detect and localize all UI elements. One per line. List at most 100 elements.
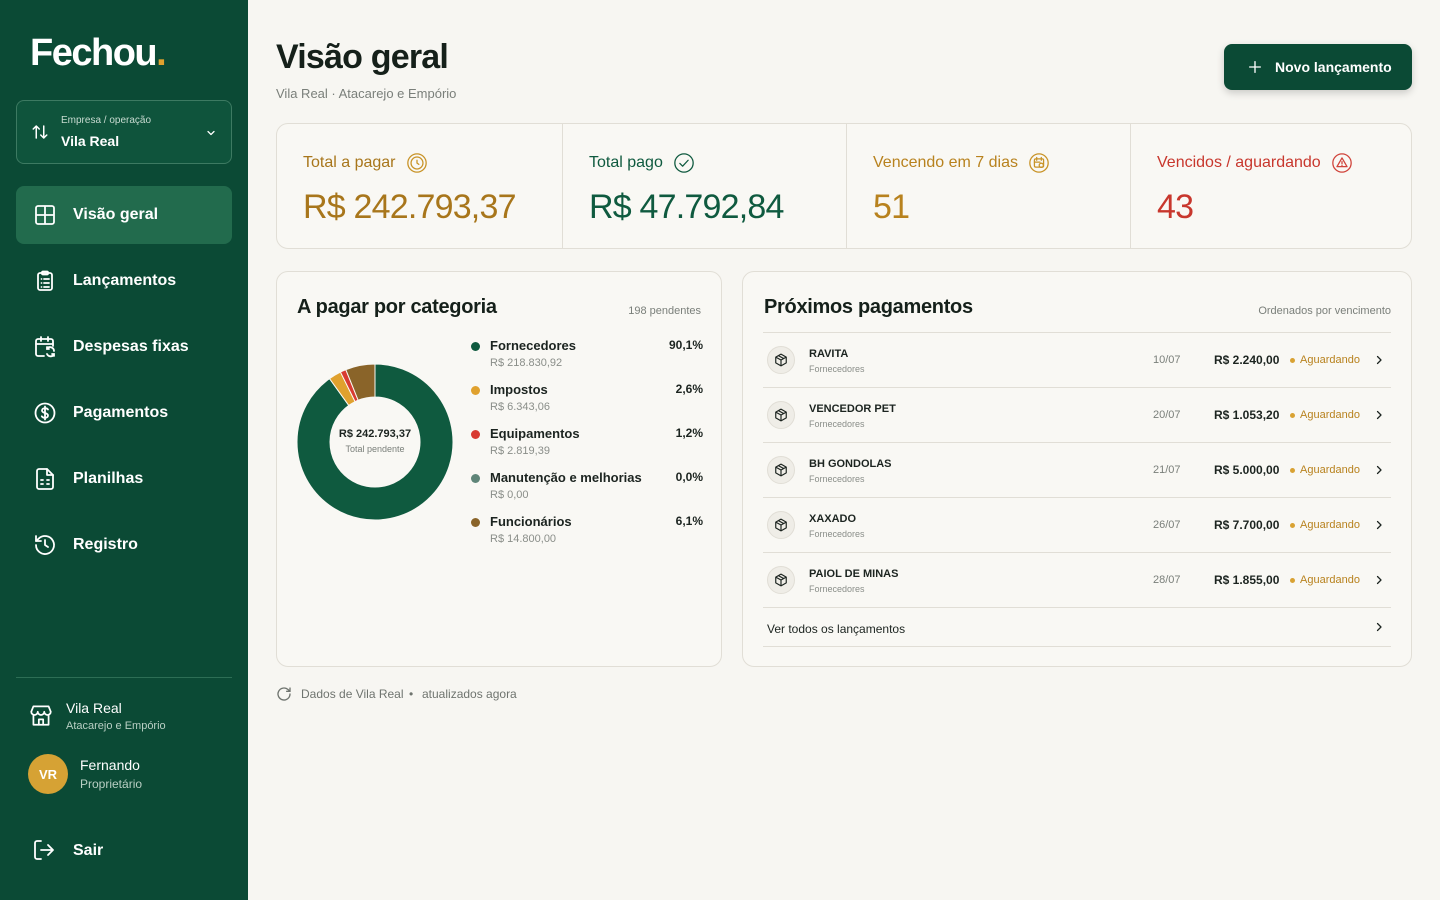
swap-icon (31, 123, 49, 141)
payment-amount: R$ 2.240,00 (1214, 353, 1280, 367)
legend-dot (471, 518, 480, 527)
sidebar-item-lancamentos[interactable]: Lançamentos (16, 252, 232, 310)
package-icon (767, 456, 795, 484)
chevron-right-icon (1373, 574, 1385, 586)
store-subtitle: Atacarejo e Empório (66, 720, 166, 732)
status-badge: Aguardando (1300, 464, 1360, 476)
payment-row[interactable]: PAIOL DE MINAS Fornecedores 28/07 R$ 1.8… (763, 552, 1391, 607)
legend-percent: 90,1% (668, 338, 703, 352)
refresh-icon[interactable] (276, 686, 292, 702)
kpi-strip: Total a pagar R$ 242.793,37 Total pago R… (276, 123, 1412, 249)
sidebar-item-label: Pagamentos (73, 404, 169, 421)
legend-amount: R$ 6.343,06 (490, 401, 550, 413)
chevron-right-icon (1373, 409, 1385, 421)
payment-amount: R$ 5.000,00 (1214, 463, 1280, 477)
payment-row[interactable]: BH GONDOLAS Fornecedores 21/07 R$ 5.000,… (763, 442, 1391, 497)
sidebar-item-label: Registro (73, 536, 138, 553)
kpi-total-a-pagar[interactable]: Total a pagar R$ 242.793,37 (277, 124, 562, 248)
data-source: Dados de Vila Real (301, 687, 404, 701)
sidebar-item-label: Lançamentos (73, 272, 177, 289)
kpi-vencidos-aguardando[interactable]: Vencidos / aguardando 43 (1130, 124, 1411, 248)
calendar-clock-icon (1029, 153, 1049, 173)
legend-item-funcionarios: Funcionários R$ 14.800,00 6,1% (469, 514, 703, 554)
alert-triangle-icon (1331, 153, 1352, 173)
sidebar-item-label: Visão geral (73, 206, 159, 223)
kpi-value: 43 (1157, 188, 1194, 226)
page-subtitle: Vila Real · Atacarejo e Empório (276, 86, 457, 101)
payee-name: BH GONDOLAS (809, 458, 892, 470)
sidebar-item-despesas-fixas[interactable]: Despesas fixas (16, 318, 232, 376)
kpi-label: Total a pagar (303, 154, 396, 171)
payee-category: Fornecedores (809, 364, 865, 374)
legend-item-impostos: Impostos R$ 6.343,06 2,6% (469, 382, 703, 422)
page-title: Visão geral (276, 38, 449, 76)
legend-item-fornecedores: Fornecedores R$ 218.830,92 90,1% (469, 338, 703, 378)
legend-dot (471, 342, 480, 351)
new-entry-button[interactable]: Novo lançamento (1224, 44, 1412, 90)
brand-logo[interactable]: Fechou. (30, 30, 167, 76)
plus-icon (1247, 59, 1263, 75)
clipboard-icon (33, 269, 57, 293)
see-all-entries-link[interactable]: Ver todos os lançamentos (763, 607, 1391, 647)
sidebar-divider (16, 677, 232, 678)
legend-percent: 2,6% (675, 382, 703, 396)
payee-category: Fornecedores (809, 419, 865, 429)
company-selector-label: Empresa / operação (61, 115, 152, 126)
package-icon (767, 566, 795, 594)
status-badge: Aguardando (1300, 574, 1360, 586)
logout-label: Sair (73, 842, 104, 859)
user-name: Fernando (80, 757, 140, 773)
kpi-value: 51 (873, 188, 910, 226)
chevron-right-icon (1373, 519, 1385, 531)
legend-amount: R$ 2.819,39 (490, 445, 550, 457)
package-icon (767, 511, 795, 539)
package-icon (767, 346, 795, 374)
status-dot (1290, 578, 1295, 583)
kpi-vencendo-7-dias[interactable]: Vencendo em 7 dias 51 (846, 124, 1130, 248)
store-info[interactable]: Vila Real Atacarejo e Empório (28, 700, 228, 740)
payment-row[interactable]: RAVITA Fornecedores 10/07 R$ 2.240,00 Ag… (763, 332, 1391, 387)
clock-icon (406, 153, 427, 173)
see-all-label: Ver todos os lançamentos (767, 622, 906, 636)
status-badge: Aguardando (1300, 409, 1360, 421)
calendar-repeat-icon (33, 335, 57, 359)
legend-percent: 6,1% (675, 514, 703, 528)
avatar: VR (28, 754, 68, 794)
company-selector[interactable]: Empresa / operação Vila Real (16, 100, 232, 164)
payee-name: VENCEDOR PET (809, 403, 896, 415)
payment-amount: R$ 1.855,00 (1214, 573, 1280, 587)
payee-category: Fornecedores (809, 584, 865, 594)
logout-button[interactable]: Sair (32, 838, 212, 864)
grid-icon (33, 203, 57, 227)
sidebar-item-registro[interactable]: Registro (16, 516, 232, 574)
payments-sort-note: Ordenados por vencimento (1258, 305, 1391, 317)
spreadsheet-icon (33, 467, 57, 491)
legend-item-manutencao: Manutenção e melhorias R$ 0,00 0,0% (469, 470, 703, 510)
company-selector-value: Vila Real (61, 133, 120, 149)
due-date: 28/07 (1153, 574, 1181, 586)
kpi-total-pago[interactable]: Total pago R$ 47.792,84 (562, 124, 846, 248)
legend-dot (471, 474, 480, 483)
sidebar-item-planilhas[interactable]: Planilhas (16, 450, 232, 508)
payment-row[interactable]: VENCEDOR PET Fornecedores 20/07 R$ 1.053… (763, 387, 1391, 442)
user-role: Proprietário (80, 777, 143, 791)
legend-amount: R$ 218.830,92 (490, 357, 563, 369)
category-panel: A pagar por categoria 198 pendentes R$ 2… (276, 271, 722, 667)
payee-name: PAIOL DE MINAS (809, 568, 899, 580)
legend-name: Impostos (490, 382, 548, 397)
kpi-label: Total pago (589, 154, 663, 171)
legend-item-equipamentos: Equipamentos R$ 2.819,39 1,2% (469, 426, 703, 466)
status-badge: Aguardando (1300, 354, 1360, 366)
upcoming-payments-panel: Próximos pagamentos Ordenados por vencim… (742, 271, 1412, 667)
store-name: Vila Real (66, 700, 122, 716)
legend-percent: 1,2% (675, 426, 703, 440)
chevron-right-icon (1373, 621, 1385, 633)
kpi-value: R$ 242.793,37 (303, 188, 516, 226)
sidebar-item-visao-geral[interactable]: Visão geral (16, 186, 232, 244)
user-profile[interactable]: VR Fernando Proprietário (28, 754, 228, 794)
status-dot (1290, 358, 1295, 363)
payment-amount: R$ 7.700,00 (1214, 518, 1280, 532)
payment-row[interactable]: XAXADO Fornecedores 26/07 R$ 7.700,00 Ag… (763, 497, 1391, 552)
category-donut-chart (297, 364, 453, 520)
sidebar-item-pagamentos[interactable]: Pagamentos (16, 384, 232, 442)
